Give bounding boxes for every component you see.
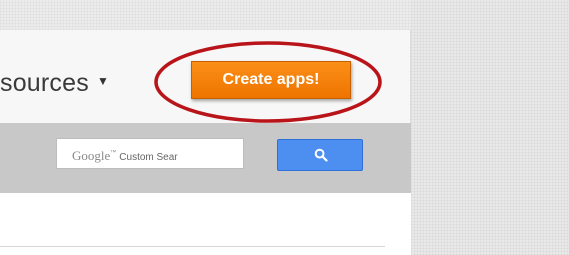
search-input[interactable]: Google™ Custom Sear	[56, 138, 244, 169]
search-button[interactable]	[277, 139, 363, 171]
caret-down-icon: ▼	[96, 74, 110, 89]
search-placeholder: Custom Sear	[119, 152, 178, 164]
search-icon	[314, 148, 328, 162]
nav-resources-menu[interactable]: sources ▼	[0, 68, 109, 98]
create-apps-button[interactable]: Create apps!	[191, 61, 351, 99]
top-edge	[0, 0, 411, 30]
nav-resources-label: sources	[0, 69, 89, 97]
content-divider	[0, 246, 385, 247]
google-tm: ™	[110, 150, 117, 156]
google-brand: Google	[72, 148, 111, 164]
